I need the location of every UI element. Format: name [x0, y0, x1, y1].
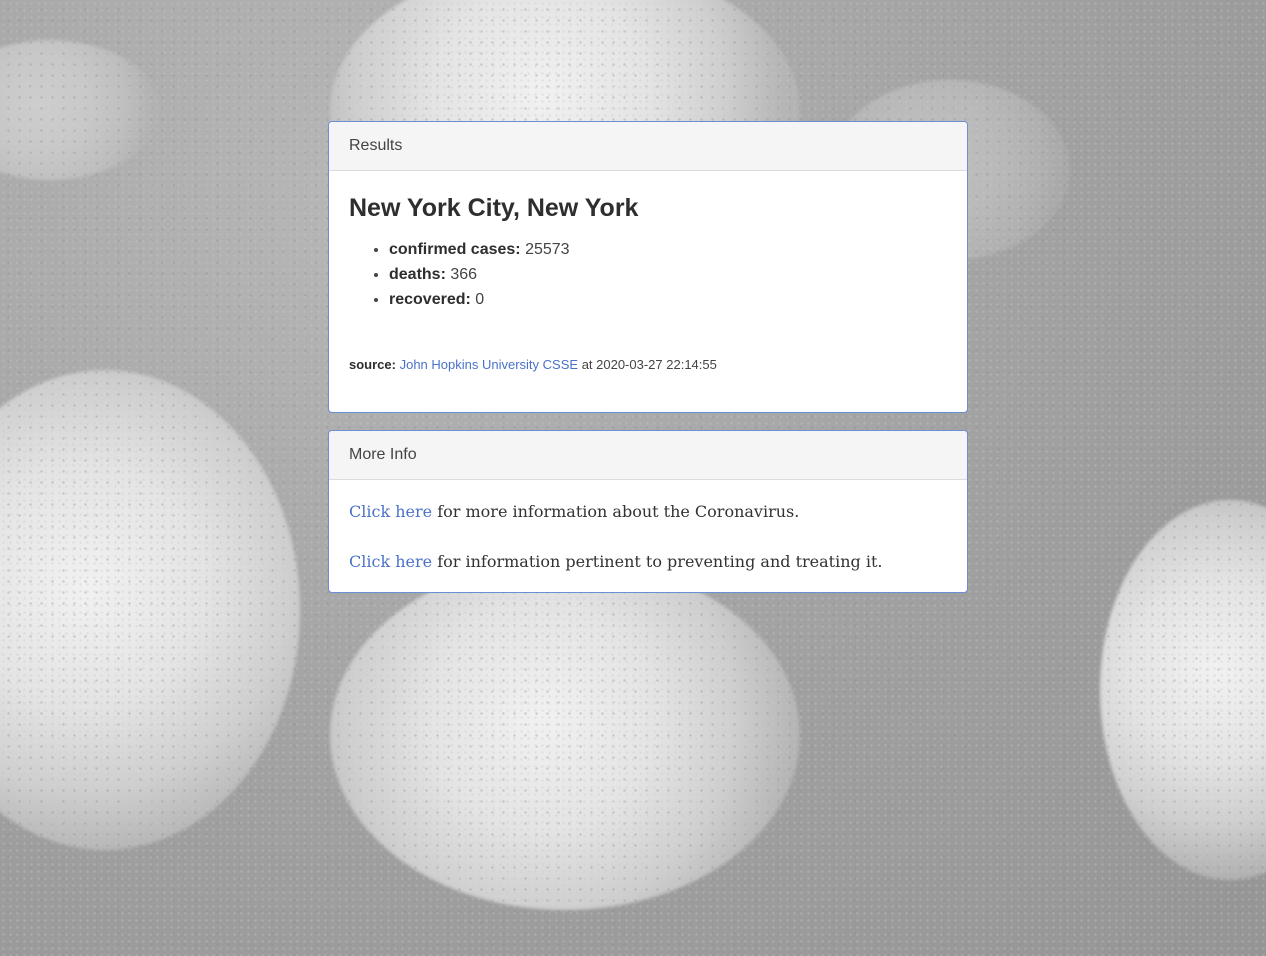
info-line-text: for more information about the Coronavir… [437, 502, 800, 521]
stat-deaths: deaths: 366 [389, 262, 947, 287]
stats-list: confirmed cases: 25573 deaths: 366 recov… [349, 237, 947, 312]
more-info-card-body: Click here for more information about th… [329, 480, 967, 592]
stat-recovered: recovered: 0 [389, 287, 947, 312]
more-info-card: More Info Click here for more informatio… [328, 430, 968, 593]
results-card: Results New York City, New York confirme… [328, 121, 968, 413]
info-line-coronavirus: Click here for more information about th… [349, 500, 947, 524]
source-line: source: John Hopkins University CSSE at … [349, 356, 947, 374]
source-link[interactable]: John Hopkins University CSSE [400, 357, 578, 372]
stat-label: deaths: [389, 266, 446, 283]
stat-value: 25573 [525, 241, 570, 258]
more-info-card-header: More Info [329, 431, 967, 480]
prevention-info-link[interactable]: Click here [349, 552, 432, 571]
source-label: source: [349, 357, 396, 372]
location-title: New York City, New York [349, 194, 639, 222]
stat-value: 0 [475, 291, 485, 308]
results-card-body: New York City, New York confirmed cases:… [329, 171, 967, 412]
stat-confirmed-cases: confirmed cases: 25573 [389, 237, 947, 262]
results-card-header: Results [329, 122, 967, 171]
main-container: Results New York City, New York confirme… [328, 121, 968, 593]
info-line-prevention: Click here for information pertinent to … [349, 550, 947, 574]
stat-value: 366 [450, 266, 478, 283]
info-line-text: for information pertinent to preventing … [437, 552, 883, 571]
coronavirus-info-link[interactable]: Click here [349, 502, 432, 521]
stat-label: recovered: [389, 291, 471, 308]
source-timestamp: at 2020-03-27 22:14:55 [581, 357, 717, 372]
stat-label: confirmed cases: [389, 241, 521, 258]
